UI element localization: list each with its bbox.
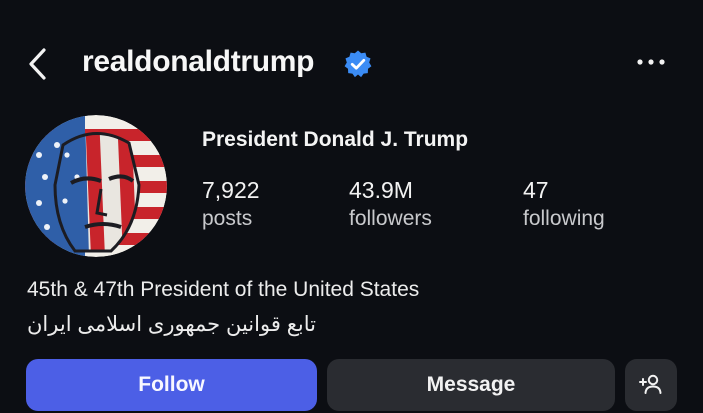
add-user-icon <box>639 374 662 394</box>
message-button[interactable]: Message <box>327 359 615 411</box>
bio-line: 45th & 47th President of the United Stat… <box>27 278 420 301</box>
display-name: President Donald J. Trump <box>202 128 469 151</box>
profile-header: realdonaldtrump <box>0 0 703 120</box>
stat-following[interactable]: 47 following <box>523 175 605 233</box>
avatar[interactable] <box>25 115 167 257</box>
back-button[interactable] <box>24 44 54 84</box>
stat-label: followers <box>349 207 432 230</box>
bio-line: تابع قوانین جمهوری اسلامی ایران <box>27 313 316 336</box>
stat-followers[interactable]: 43.9M followers <box>349 175 432 233</box>
more-options-button[interactable] <box>632 50 672 74</box>
stat-value: 47 <box>523 177 549 203</box>
stat-value: 7,922 <box>202 177 260 203</box>
verified-badge-icon <box>343 49 373 79</box>
follow-button[interactable]: Follow <box>26 359 317 411</box>
stat-label: posts <box>202 207 253 230</box>
stat-value: 43.9M <box>349 177 413 203</box>
ellipsis-icon <box>637 59 665 65</box>
stat-posts[interactable]: 7,922 posts <box>202 175 260 233</box>
stat-label: following <box>523 207 605 230</box>
chevron-left-icon <box>29 48 46 80</box>
profile-screen: realdonaldtrump President Donald J. Trum… <box>0 0 703 413</box>
username: realdonaldtrump <box>82 45 315 78</box>
add-user-button[interactable] <box>625 359 677 411</box>
